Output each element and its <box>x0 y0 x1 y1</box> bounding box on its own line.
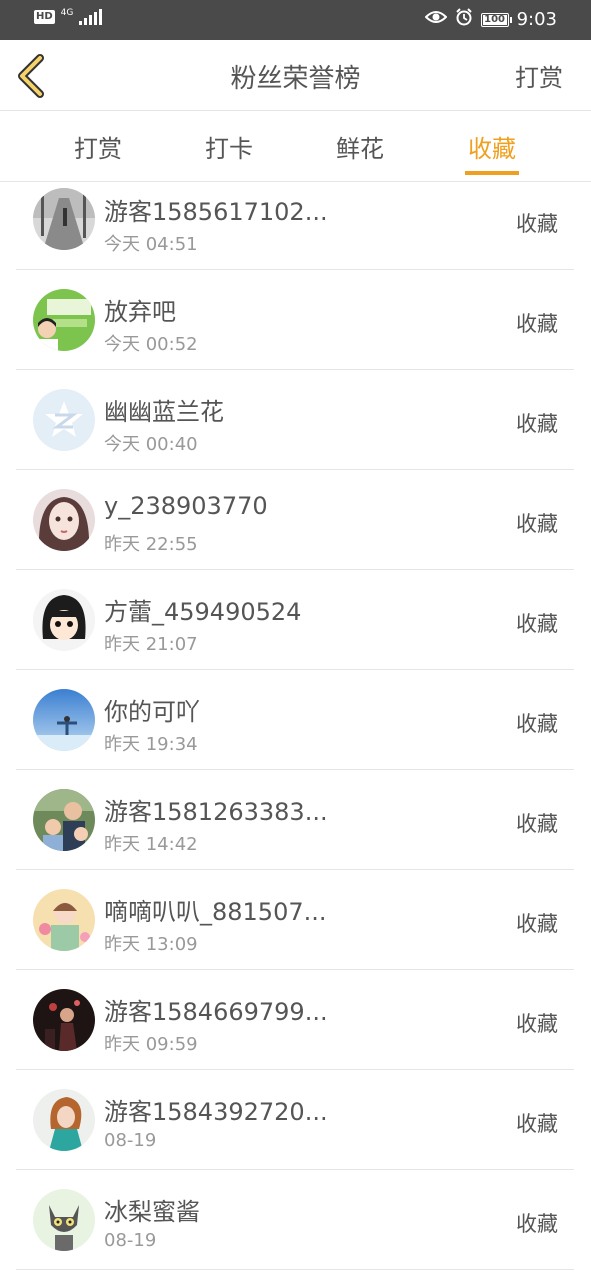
tab-reward[interactable]: 打赏 <box>63 129 133 164</box>
list-item[interactable]: y_238903770 昨天 22:55 收藏 <box>16 470 574 570</box>
user-name: y_238903770 <box>104 492 268 520</box>
tab-bar: 打赏 打卡 鲜花 收藏 <box>0 111 591 182</box>
timestamp: 今天 00:40 <box>104 434 198 455</box>
nav-header: 粉丝荣誉榜 打赏 <box>0 40 591 111</box>
tab-checkin[interactable]: 打卡 <box>194 129 264 164</box>
timestamp: 08-19 <box>104 1230 157 1251</box>
favorite-label: 收藏 <box>516 512 558 536</box>
list-item[interactable]: 游客1584392720... 08-19 收藏 <box>16 1070 574 1170</box>
list-item[interactable]: 冰梨蜜酱 08-19 收藏 <box>16 1170 574 1270</box>
favorite-label: 收藏 <box>516 1112 558 1136</box>
page-title: 粉丝荣誉榜 <box>230 64 361 94</box>
tab-favorites[interactable]: 收藏 <box>457 129 527 164</box>
status-left: HD 4G <box>34 8 103 25</box>
status-right: 100 9:03 <box>424 8 557 31</box>
timestamp: 昨天 14:42 <box>104 834 198 855</box>
network-type: 4G <box>60 8 74 18</box>
avatar <box>33 589 95 651</box>
user-name: 游客1584392720... <box>104 1098 328 1126</box>
hd-badge: HD <box>34 10 55 24</box>
timestamp: 08-19 <box>104 1130 157 1151</box>
tab-flowers[interactable]: 鲜花 <box>325 129 395 164</box>
timestamp: 昨天 21:07 <box>104 634 198 655</box>
user-name: 游客1585617102... <box>104 198 328 226</box>
favorite-label: 收藏 <box>516 712 558 736</box>
timestamp: 今天 00:52 <box>104 334 198 355</box>
favorite-label: 收藏 <box>516 612 558 636</box>
list-item[interactable]: 游客1584669799... 昨天 09:59 收藏 <box>16 970 574 1070</box>
list-item[interactable]: 放弃吧 今天 00:52 收藏 <box>16 270 574 370</box>
active-tab-indicator <box>465 171 519 175</box>
user-name: 方蕾_459490524 <box>104 598 302 626</box>
fan-list: 游客1585617102... 今天 04:51 收藏 放弃吧 今天 00:52… <box>16 182 574 1270</box>
favorite-label: 收藏 <box>516 812 558 836</box>
timestamp: 昨天 22:55 <box>104 534 198 555</box>
avatar <box>33 289 95 351</box>
avatar <box>33 789 95 851</box>
timestamp: 今天 04:51 <box>104 234 198 255</box>
battery-level: 100 <box>484 14 506 25</box>
list-item[interactable]: 幽幽蓝兰花 今天 00:40 收藏 <box>16 370 574 470</box>
signal-icon <box>79 9 103 25</box>
status-bar: HD 4G 100 9:03 <box>0 0 591 40</box>
avatar <box>33 889 95 951</box>
user-name: 嘀嘀叭叭_881507... <box>104 898 327 926</box>
alarm-icon <box>455 8 473 31</box>
user-name: 放弃吧 <box>104 298 176 326</box>
battery-icon: 100 <box>480 12 512 27</box>
avatar <box>33 689 95 751</box>
reward-button[interactable]: 打赏 <box>515 58 563 93</box>
list-item[interactable]: 你的可吖 昨天 19:34 收藏 <box>16 670 574 770</box>
favorite-label: 收藏 <box>516 1012 558 1036</box>
avatar <box>33 1089 95 1151</box>
user-name: 冰梨蜜酱 <box>104 1198 200 1226</box>
list-item[interactable]: 游客1585617102... 今天 04:51 收藏 <box>16 182 574 270</box>
avatar <box>33 489 95 551</box>
timestamp: 昨天 09:59 <box>104 1034 198 1055</box>
timestamp: 昨天 19:34 <box>104 734 198 755</box>
avatar <box>33 389 95 451</box>
favorite-label: 收藏 <box>516 412 558 436</box>
avatar <box>33 188 95 250</box>
list-item[interactable]: 嘀嘀叭叭_881507... 昨天 13:09 收藏 <box>16 870 574 970</box>
favorite-label: 收藏 <box>516 1212 558 1236</box>
user-name: 游客1584669799... <box>104 998 328 1026</box>
list-item[interactable]: 游客1581263383... 昨天 14:42 收藏 <box>16 770 574 870</box>
user-name: 你的可吖 <box>104 698 200 726</box>
favorite-label: 收藏 <box>516 312 558 336</box>
favorite-label: 收藏 <box>516 912 558 936</box>
avatar <box>33 989 95 1051</box>
list-item[interactable]: 方蕾_459490524 昨天 21:07 收藏 <box>16 570 574 670</box>
eye-icon <box>424 9 447 30</box>
user-name: 幽幽蓝兰花 <box>104 398 224 426</box>
timestamp: 昨天 13:09 <box>104 934 198 955</box>
favorite-label: 收藏 <box>516 212 558 236</box>
clock-time: 9:03 <box>516 9 557 30</box>
user-name: 游客1581263383... <box>104 798 328 826</box>
avatar <box>33 1189 95 1251</box>
